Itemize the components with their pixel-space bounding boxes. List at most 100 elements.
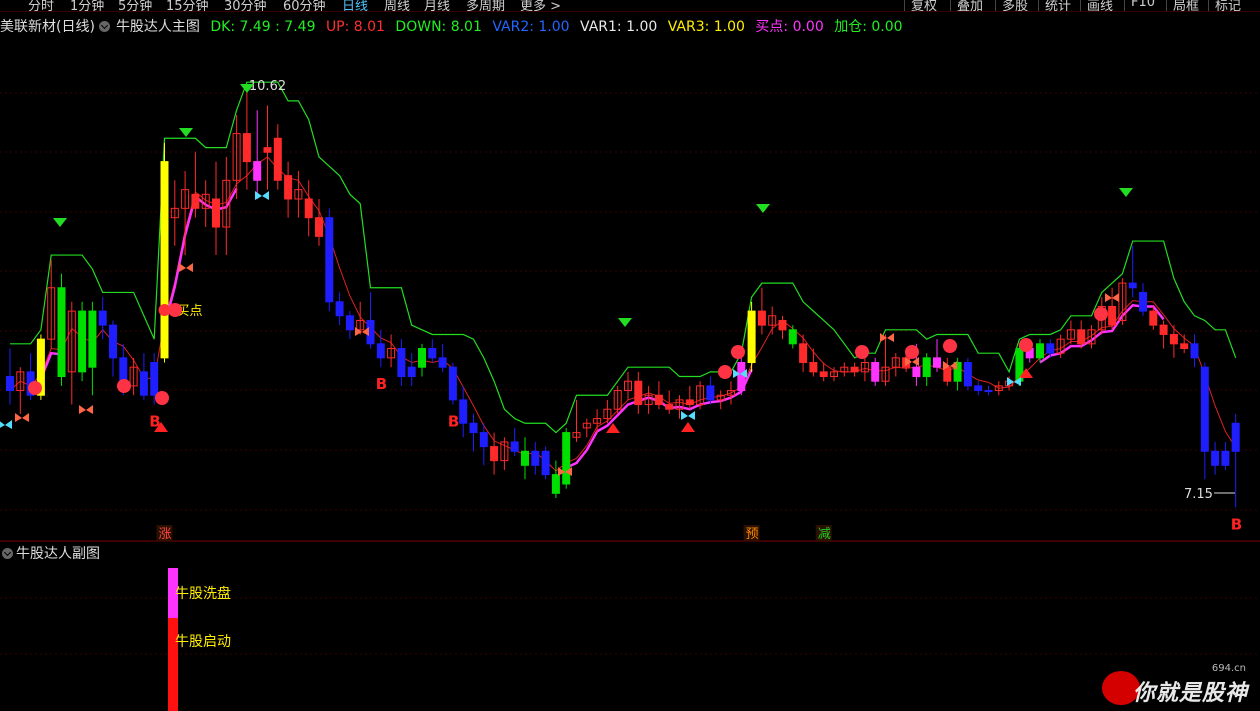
candle-body [634, 380, 643, 406]
candle-body [665, 404, 674, 410]
candle-body [706, 385, 715, 401]
candle-body [6, 376, 14, 392]
candle-body [984, 390, 993, 393]
candle-body [325, 217, 334, 303]
candle-body [933, 357, 941, 368]
bottom-signal-label: 涨 [159, 527, 172, 542]
buy-b-marker: B [376, 375, 387, 393]
signal-badge-icon [168, 303, 182, 317]
candle-body [139, 371, 148, 396]
candle-body [1169, 333, 1178, 345]
candle-body [150, 362, 159, 396]
candle-body [490, 446, 499, 462]
candle-body [943, 366, 952, 382]
green-band-line [10, 81, 1237, 434]
butterfly-icon [15, 413, 29, 422]
butterfly-icon [0, 420, 12, 429]
candle-body [850, 366, 859, 373]
candle-body [531, 450, 540, 466]
candle-body [479, 432, 488, 448]
candle-body [1128, 282, 1137, 289]
candle-body [737, 362, 746, 392]
sell-signal-icon [618, 318, 632, 327]
candle-body [1190, 343, 1199, 359]
signal-badge-icon [905, 345, 919, 359]
candle-body [1139, 291, 1147, 312]
signal-badge-icon [28, 381, 42, 395]
signal-badge-icon [1019, 338, 1033, 352]
signal-badge-icon [155, 391, 169, 405]
candle-body [562, 432, 571, 485]
candle-body [799, 343, 808, 364]
buy-b-marker: B [1231, 515, 1242, 533]
candle-body [284, 175, 293, 200]
candle-body [1149, 310, 1158, 326]
candle-body [263, 147, 272, 153]
kline-chart[interactable]: 10.627.15BBBB买点涨预减牛股洗盘牛股启动 [0, 0, 1260, 711]
candle-body [57, 287, 66, 378]
butterfly-icon [79, 405, 93, 414]
candle-body [541, 450, 550, 476]
sell-signal-icon [756, 204, 770, 213]
candle-body [428, 347, 437, 359]
candle-body [1180, 343, 1189, 349]
sub-indicator-name[interactable]: 牛股达人副图 [16, 546, 100, 562]
sub-indicator-label: 牛股启动 [175, 634, 231, 650]
sub-indicator-dropdown-icon[interactable] [2, 548, 13, 559]
candle-body [469, 422, 478, 434]
bottom-signal-label: 预 [746, 527, 759, 542]
watermark-site: 694.cn [1211, 663, 1246, 674]
candle-body [654, 394, 663, 406]
candle-body [788, 329, 797, 345]
sell-signal-icon [179, 128, 193, 137]
buy-b-marker: B [448, 413, 459, 431]
candle-body [871, 362, 880, 382]
candle-body [304, 198, 313, 219]
sub-indicator-header: 牛股达人副图 [0, 544, 100, 564]
bottom-signal-label: 减 [818, 527, 831, 542]
candle-body [778, 319, 787, 331]
candle-body [819, 371, 828, 378]
candle-body [974, 385, 983, 392]
candle-body [1036, 343, 1044, 359]
candle-body [418, 347, 426, 368]
signal-badge-icon [1094, 307, 1108, 321]
candle-body [242, 133, 251, 163]
signal-badge-icon [731, 345, 745, 359]
candle-body [191, 193, 200, 209]
candle-body [345, 315, 354, 331]
candle-body [273, 137, 282, 181]
candle-body [1231, 422, 1240, 452]
candle-body [407, 366, 416, 378]
candle-body [438, 357, 447, 368]
candle-body [922, 357, 931, 378]
candle-body [376, 343, 385, 359]
signal-badge-icon [718, 365, 732, 379]
sub-start-bar [168, 618, 178, 711]
candle-body [757, 310, 766, 326]
candle-body [685, 399, 694, 406]
watermark-text: 你就是股神 [1132, 681, 1248, 706]
candle-body [1159, 324, 1168, 335]
candle-body [1108, 305, 1117, 326]
butterfly-icon [880, 333, 894, 342]
candle-body [809, 362, 818, 373]
signal-badge-icon [943, 339, 957, 353]
candle-body [1211, 450, 1220, 466]
buy-signal-icon [681, 422, 695, 432]
candle-body [1221, 450, 1230, 466]
sell-signal-icon [53, 218, 67, 227]
candle-body [448, 366, 457, 401]
candle-body [1077, 329, 1086, 345]
candle-body [1200, 366, 1209, 452]
high-price-label: 10.62 [249, 79, 286, 94]
candle-body [459, 399, 468, 424]
low-price-label: 7.15 [1184, 487, 1213, 502]
candle-body [397, 347, 406, 378]
signal-badge-icon [855, 345, 869, 359]
candle-body [109, 324, 117, 359]
candle-body [160, 161, 169, 359]
sub-indicator-label: 牛股洗盘 [175, 585, 231, 602]
butterfly-icon [681, 411, 695, 420]
candle-body [212, 198, 220, 228]
